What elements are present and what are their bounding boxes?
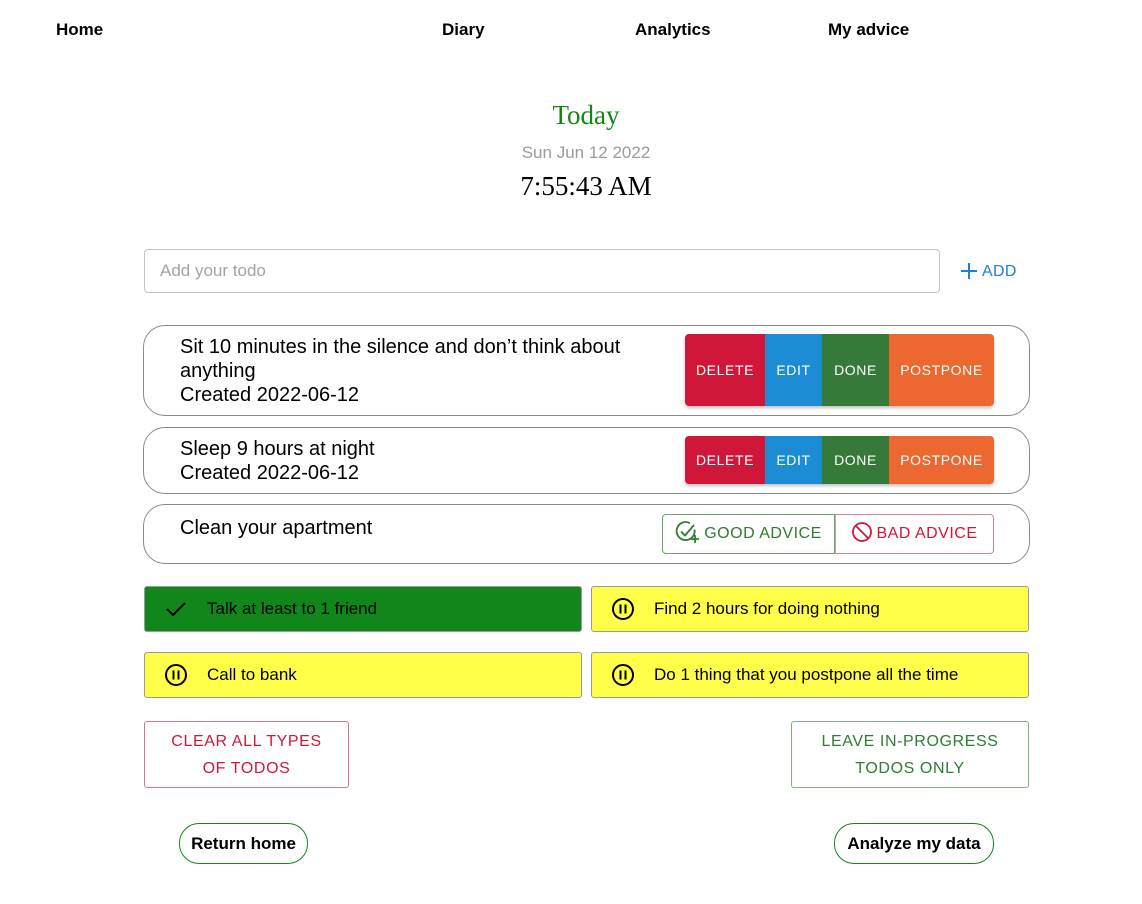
leave-label-line1: LEAVE IN-PROGRESS [821, 732, 999, 750]
tile-label: Talk at least to 1 friend [207, 599, 378, 618]
check-plus-icon [675, 520, 701, 549]
tile-label: Find 2 hours for doing nothing [654, 599, 880, 618]
todo-card: Sleep 9 hours at night Created 2022-06-1… [143, 427, 1030, 494]
nav-my-advice-link[interactable]: My advice [828, 20, 909, 40]
in-progress-todo-tile[interactable]: Find 2 hours for doing nothing [591, 586, 1029, 632]
todo-action-group: DELETE EDIT DONE POSTPONE [685, 334, 994, 406]
clear-label-line1: CLEAR ALL TYPES [171, 732, 322, 750]
pause-circle-icon [592, 597, 654, 621]
postpone-button[interactable]: POSTPONE [889, 436, 994, 484]
delete-button[interactable]: DELETE [685, 334, 765, 406]
edit-button[interactable]: EDIT [765, 334, 822, 406]
todo-action-group: DELETE EDIT DONE POSTPONE [685, 436, 994, 484]
bad-advice-label: BAD ADVICE [876, 525, 978, 542]
in-progress-todo-tile[interactable]: Call to bank [144, 652, 582, 698]
todo-card: Sit 10 minutes in the silence and don’t … [143, 325, 1030, 416]
current-date: Sun Jun 12 2022 [521, 143, 651, 162]
in-progress-todo-tile[interactable]: Do 1 thing that you postpone all the tim… [591, 652, 1029, 698]
clear-all-todos-button[interactable]: CLEAR ALL TYPES OF TODOS [144, 721, 349, 788]
postpone-button[interactable]: POSTPONE [889, 334, 994, 406]
return-home-button[interactable]: Return home [179, 823, 308, 864]
check-icon [145, 600, 207, 618]
todo-title: Sit 10 minutes in the silence and don’t … [180, 336, 621, 382]
tile-label: Call to bank [207, 665, 297, 684]
plus-icon [960, 258, 978, 284]
todo-title: Sleep 9 hours at night [180, 438, 375, 460]
clear-label-line2: OF TODOS [202, 759, 291, 777]
good-advice-label: GOOD ADVICE [704, 525, 822, 542]
todo-text-block: Sit 10 minutes in the silence and don’t … [180, 335, 670, 407]
nav-diary-link[interactable]: Diary [442, 20, 485, 40]
bad-advice-button[interactable]: BAD ADVICE [835, 514, 994, 554]
todo-created-date: Created 2022-06-12 [180, 462, 360, 484]
good-advice-button[interactable]: GOOD ADVICE [662, 514, 835, 554]
nav-analytics-link[interactable]: Analytics [635, 20, 711, 40]
advice-title: Clean your apartment [180, 517, 373, 539]
add-todo-button[interactable]: ADD [960, 258, 1017, 286]
done-button[interactable]: DONE [822, 436, 889, 484]
todo-input[interactable] [144, 249, 940, 293]
done-todo-tile[interactable]: Talk at least to 1 friend [144, 586, 582, 632]
done-button[interactable]: DONE [822, 334, 889, 406]
add-todo-label: ADD [982, 263, 1017, 280]
pause-circle-icon [145, 663, 207, 687]
nav-home-link[interactable]: Home [56, 20, 103, 40]
analyze-data-button[interactable]: Analyze my data [834, 823, 994, 864]
leave-label-line2: TODOS ONLY [855, 759, 965, 777]
block-icon [851, 521, 873, 548]
advice-button-group: GOOD ADVICE BAD ADVICE [662, 514, 994, 554]
todo-text-block: Sleep 9 hours at night Created 2022-06-1… [180, 437, 670, 485]
leave-in-progress-button[interactable]: LEAVE IN-PROGRESS TODOS ONLY [791, 721, 1029, 788]
page-title: Today [552, 100, 620, 130]
edit-button[interactable]: EDIT [765, 436, 822, 484]
advice-card: Clean your apartment GOOD ADVICE BAD ADV… [143, 504, 1030, 564]
current-time: 7:55:43 AM [520, 171, 652, 201]
pause-circle-icon [592, 663, 654, 687]
tile-label: Do 1 thing that you postpone all the tim… [654, 665, 959, 684]
delete-button[interactable]: DELETE [685, 436, 765, 484]
todo-created-date: Created 2022-06-12 [180, 384, 360, 406]
